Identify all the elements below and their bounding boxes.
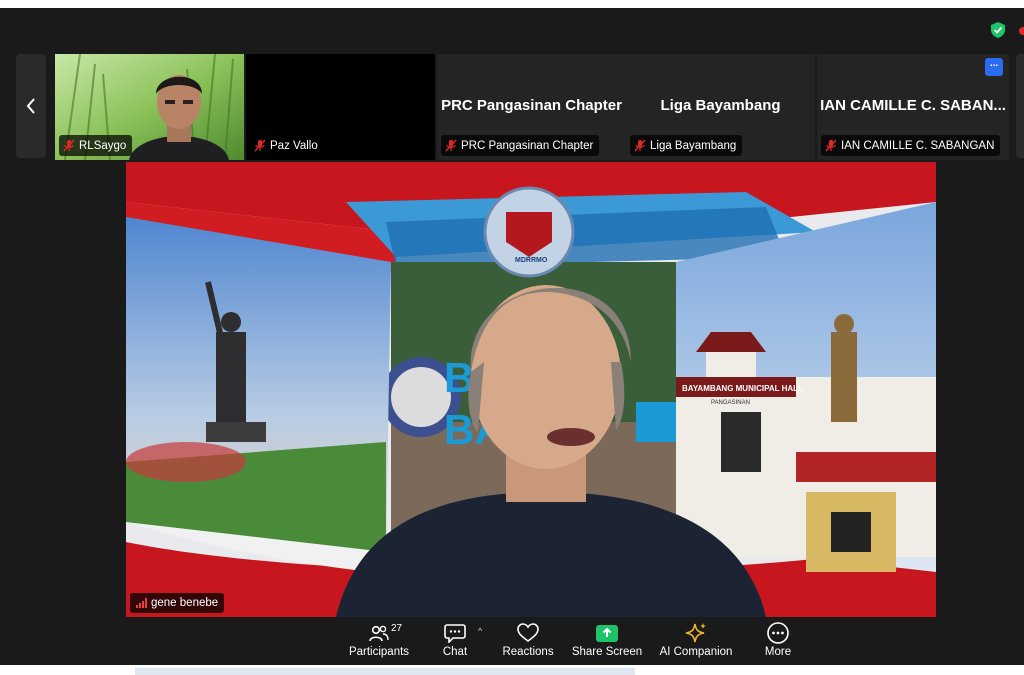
- participant-strip: RLSaygo Paz Vallo PRC Pangasinan Chapter: [0, 54, 1024, 162]
- share-screen-label: Share Screen: [571, 646, 643, 658]
- strip-prev-button[interactable]: [16, 54, 46, 158]
- more-button[interactable]: More: [762, 620, 794, 665]
- participant-name: Liga Bayambang: [650, 139, 737, 152]
- hall-sign-text: BAYAMBANG MUNICIPAL HALL: [682, 384, 803, 393]
- top-bar: [0, 8, 1024, 52]
- meeting-toolbar: 27 Participants Chat Reactions Share Scr…: [0, 620, 1024, 665]
- ai-companion-button[interactable]: AI Companion: [660, 620, 732, 665]
- participant-name-tag: Paz Vallo: [250, 135, 324, 156]
- shield-check-icon[interactable]: [991, 22, 1005, 38]
- participant-display-name: PRC Pangasinan Chapter: [441, 97, 622, 114]
- chevron-left-icon: [26, 98, 35, 114]
- mic-off-icon: [254, 139, 266, 152]
- participant-name: Paz Vallo: [270, 139, 318, 152]
- participant-name-tag: Liga Bayambang: [630, 135, 743, 156]
- participant-tile-paz-vallo[interactable]: Paz Vallo: [246, 54, 435, 160]
- participant-name: IAN CAMILLE C. SABANGAN: [841, 139, 995, 152]
- speaker-name-tag: gene benebe: [130, 593, 225, 613]
- more-label: More: [764, 646, 792, 658]
- recording-dot-icon: [1019, 27, 1024, 35]
- participant-display-name: IAN CAMILLE C. SABAN...: [820, 97, 1006, 114]
- participant-name-tag: PRC Pangasinan Chapter: [441, 135, 600, 156]
- participant-name-tag: RLSaygo: [59, 135, 133, 156]
- participant-name-tag: IAN CAMILLE C. SABANGAN: [821, 135, 1001, 156]
- signal-bars-icon: [136, 598, 147, 608]
- participant-tile-rlsaygo[interactable]: RLSaygo: [55, 54, 244, 160]
- heart-icon: [517, 623, 539, 642]
- participant-tile-ian-camille[interactable]: ... IAN CAMILLE C. SABAN... IAN CAMILLE …: [817, 54, 1009, 160]
- participant-name: PRC Pangasinan Chapter: [461, 139, 594, 152]
- reactions-button[interactable]: Reactions: [502, 620, 554, 665]
- mic-off-icon: [825, 139, 837, 152]
- chat-label: Chat: [442, 646, 468, 658]
- speaker-video-frame: BA BA BAYAMBANG MUNICIPAL HALL PANGASINA…: [126, 162, 936, 617]
- mic-off-icon: [445, 139, 457, 152]
- mic-off-icon: [634, 139, 646, 152]
- chat-icon: [444, 624, 466, 643]
- participant-tile-prc-pangasinan[interactable]: PRC Pangasinan Chapter PRC Pangasinan Ch…: [437, 54, 626, 160]
- seal-text: MDRRMO: [515, 257, 548, 264]
- reactions-label: Reactions: [502, 646, 554, 658]
- participants-label: Participants: [348, 646, 410, 658]
- ai-companion-label: AI Companion: [659, 646, 733, 658]
- more-icon: [767, 622, 789, 644]
- participants-count: 27: [391, 623, 403, 634]
- participants-button[interactable]: 27 Participants: [348, 620, 410, 665]
- speaker-name: gene benebe: [151, 597, 219, 609]
- participant-name: RLSaygo: [79, 139, 127, 152]
- participant-display-name: Liga Bayambang: [660, 97, 781, 114]
- share-screen-icon: [596, 624, 618, 642]
- participants-icon: [369, 625, 389, 642]
- share-screen-button[interactable]: Share Screen: [571, 620, 643, 665]
- active-speaker-video[interactable]: BA BA BAYAMBANG MUNICIPAL HALL PANGASINA…: [126, 162, 936, 617]
- tile-more-button[interactable]: ...: [985, 58, 1003, 76]
- taskbar-hint: [135, 668, 635, 675]
- hall-subsign-text: PANGASINAN: [711, 400, 750, 406]
- participant-tile-liga-bayambang[interactable]: Liga Bayambang Liga Bayambang: [626, 54, 815, 160]
- strip-next-edge[interactable]: [1016, 54, 1024, 158]
- mic-off-icon: [63, 139, 75, 152]
- chat-button[interactable]: Chat: [438, 620, 472, 665]
- ai-sparkle-icon: [685, 623, 706, 643]
- chevron-up-icon[interactable]: ^: [478, 626, 482, 636]
- zoom-meeting-window: RLSaygo Paz Vallo PRC Pangasinan Chapter: [0, 8, 1024, 665]
